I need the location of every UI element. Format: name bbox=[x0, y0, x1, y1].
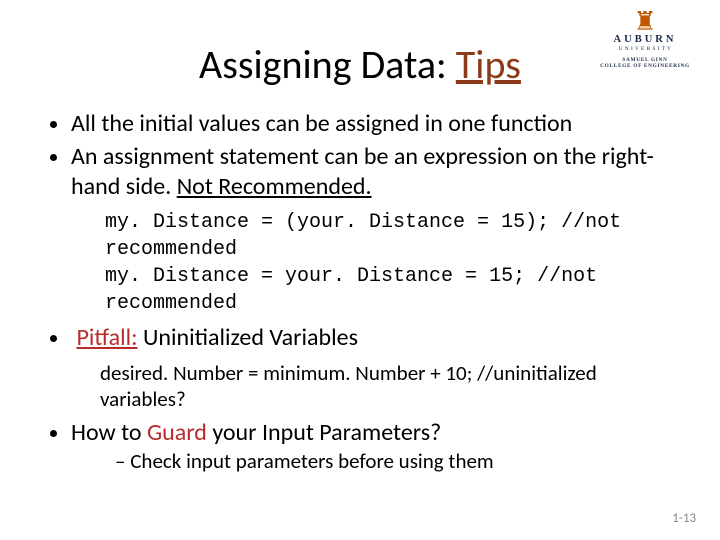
bullet-list-main: All the initial values can be assigned i… bbox=[45, 109, 675, 201]
code-line-2: my. Distance = your. Distance = 15; //no… bbox=[105, 263, 675, 317]
bullet-1: All the initial values can be assigned i… bbox=[71, 109, 675, 138]
pitfall-label: Pitfall: bbox=[76, 323, 137, 352]
title-plain: Assigning Data: bbox=[199, 40, 456, 89]
slide-title: Assigning Data: Tips bbox=[45, 40, 675, 89]
logo-college-line2: COLLEGE OF ENGINEERING bbox=[590, 63, 700, 69]
guard-sublist: Check input parameters before using them bbox=[71, 449, 675, 475]
slide: ♜ AUBURN U N I V E R S I T Y SAMUEL GINN… bbox=[0, 0, 720, 540]
guard-suffix: your Input Parameters? bbox=[207, 418, 441, 447]
pitfall-example: desired. Number = minimum. Number + 10; … bbox=[100, 360, 675, 412]
university-logo: ♜ AUBURN U N I V E R S I T Y SAMUEL GINN… bbox=[590, 10, 700, 69]
code-block-1: my. Distance = (your. Distance = 15); //… bbox=[105, 209, 675, 317]
guard-sub-item: Check input parameters before using them bbox=[115, 449, 675, 475]
code-line-1: my. Distance = (your. Distance = 15); //… bbox=[105, 209, 675, 263]
logo-university-name: AUBURN bbox=[590, 34, 700, 45]
bullet-list-pitfall: Pitfall: Uninitialized Variables bbox=[45, 323, 675, 352]
pitfall-text: Uninitialized Variables bbox=[138, 323, 358, 352]
bullet-list-guard: How to Guard your Input Parameters? Chec… bbox=[45, 418, 675, 475]
bullet-2: An assignment statement can be an expres… bbox=[71, 142, 675, 201]
bullet-pitfall: Pitfall: Uninitialized Variables bbox=[71, 323, 675, 352]
bullet-guard: How to Guard your Input Parameters? Chec… bbox=[71, 418, 675, 475]
page-number: 1-13 bbox=[672, 511, 696, 526]
logo-tower-icon: ♜ bbox=[590, 10, 700, 33]
logo-tagline: U N I V E R S I T Y bbox=[590, 46, 700, 52]
title-accent: Tips bbox=[456, 40, 521, 89]
guard-word: Guard bbox=[147, 418, 207, 447]
guard-prefix: How to bbox=[71, 418, 147, 447]
bullet-2-emph: Not Recommended. bbox=[177, 172, 372, 201]
